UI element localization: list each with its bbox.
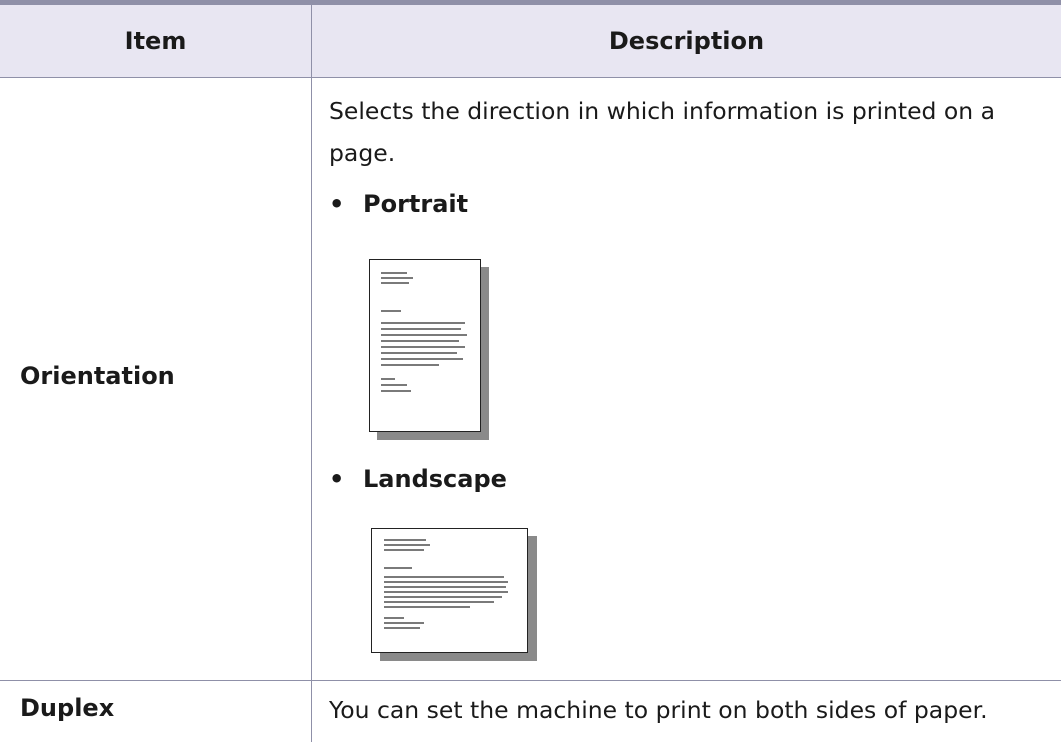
- settings-table: Item Description Orientation Selects the…: [0, 0, 1061, 742]
- duplex-description: You can set the machine to print on both…: [329, 696, 988, 724]
- bullet-icon: •: [329, 190, 345, 218]
- header-item: Item: [124, 27, 187, 55]
- column-divider: [311, 5, 312, 742]
- orientation-description: Selects the direction in which informati…: [329, 97, 996, 167]
- table-header: Item Description: [0, 5, 1061, 77]
- item-orientation: Orientation: [20, 362, 175, 390]
- option-portrait-label: Portrait: [363, 190, 469, 218]
- option-landscape-label: Landscape: [363, 465, 507, 493]
- row-divider: [0, 680, 1061, 681]
- header-divider: [0, 77, 1061, 78]
- header-description: Description: [608, 27, 765, 55]
- bullet-icon: •: [329, 465, 345, 493]
- item-duplex: Duplex: [20, 694, 115, 722]
